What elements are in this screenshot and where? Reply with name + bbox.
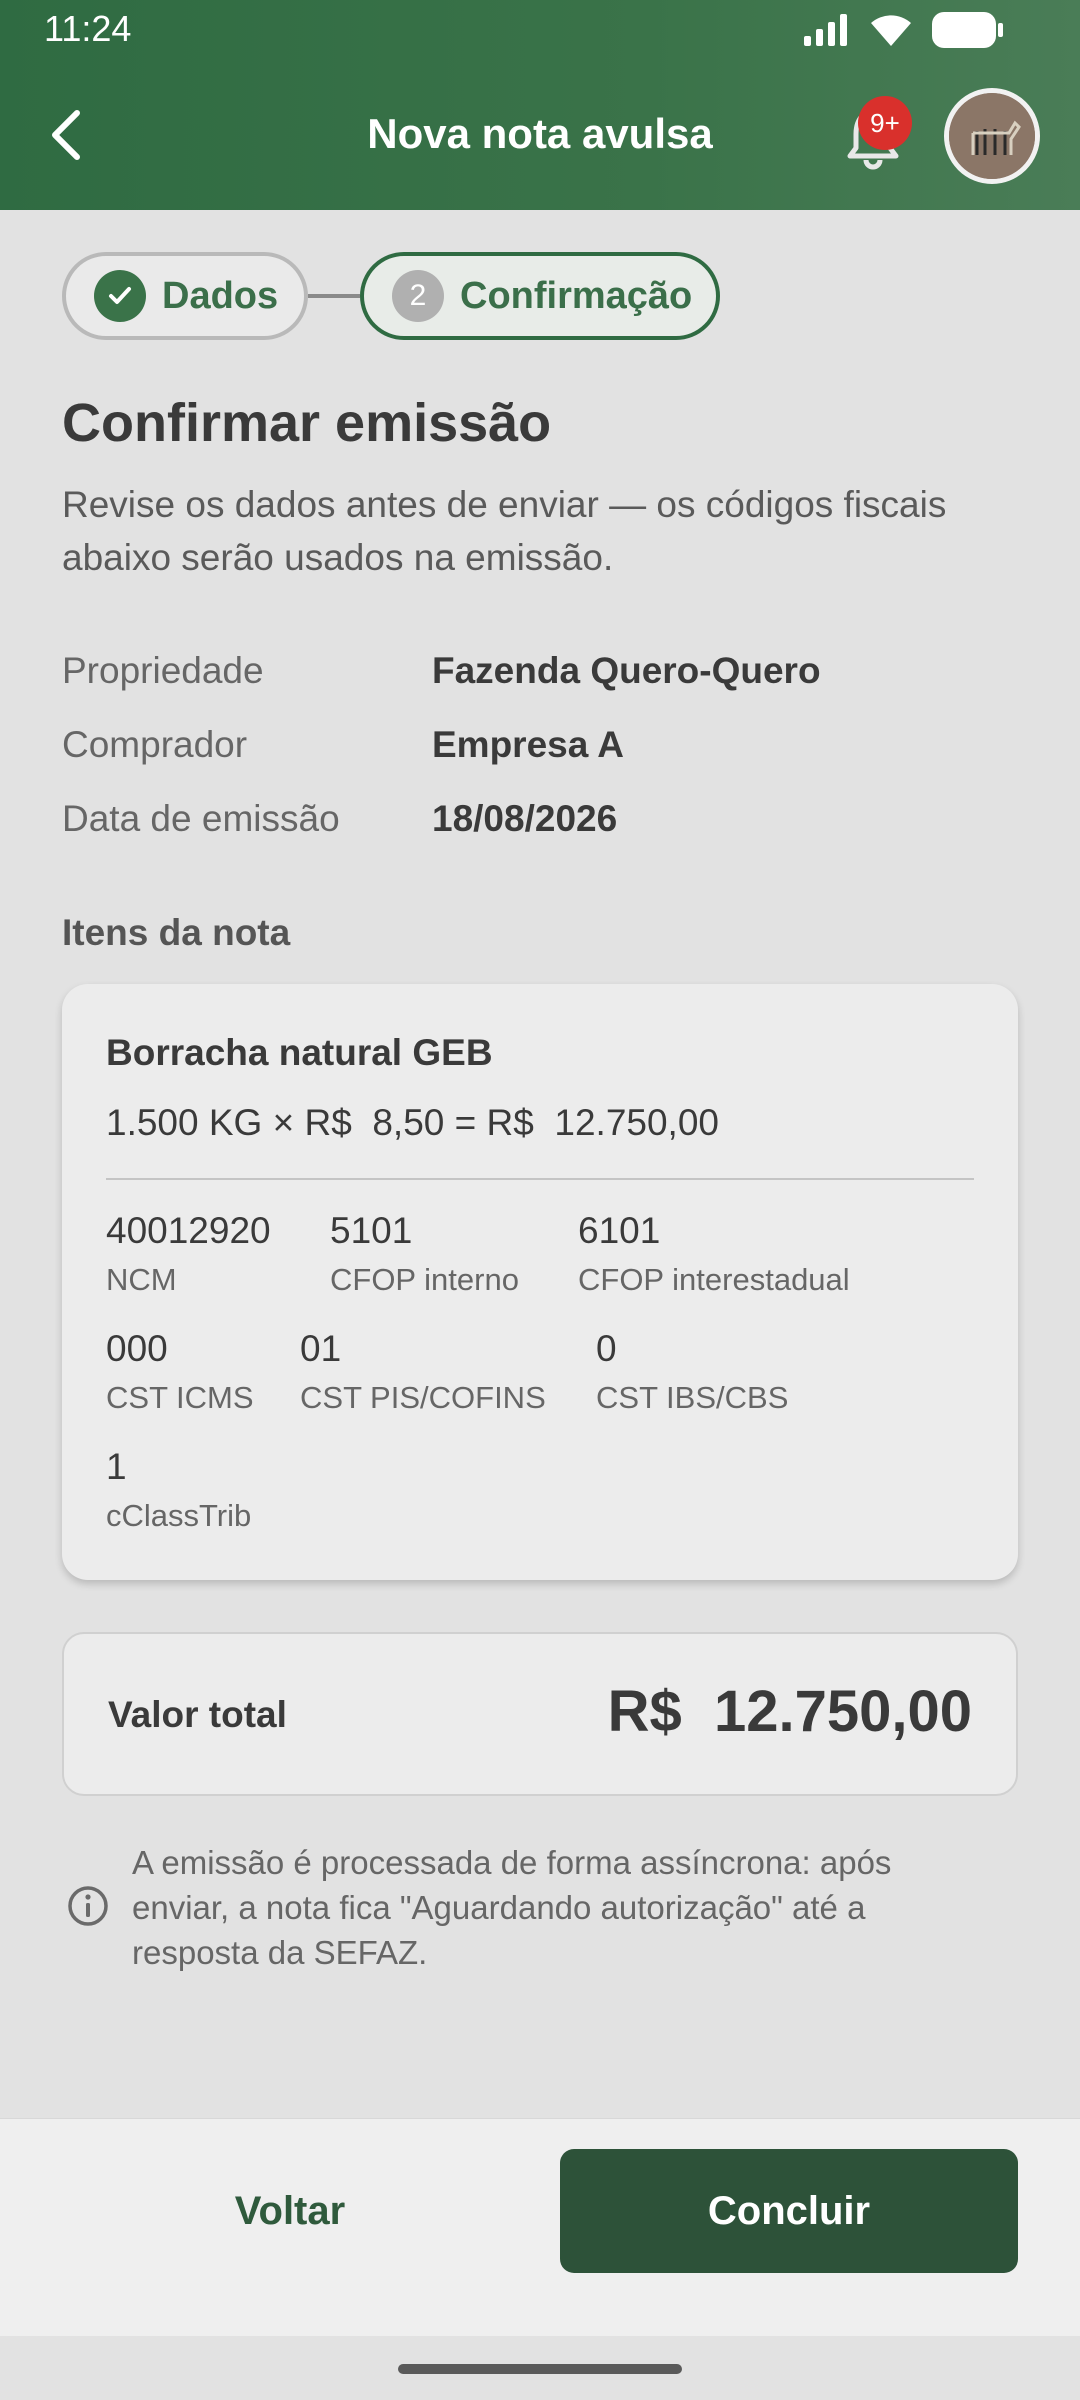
wifi-icon [871,15,911,46]
info-value: 18/08/2026 [432,798,618,839]
code-label: NCM [106,1262,177,1297]
code-cfop-interestadual: 6101 CFOP interestadual [578,1210,850,1298]
code-ncm: 40012920 NCM [106,1210,271,1298]
code-value: 01 [300,1328,342,1369]
zebra-avatar-icon [949,93,1035,179]
code-label: cClassTrib [106,1498,252,1533]
code-label: CFOP interno [330,1262,519,1297]
page-title: Nova nota avulsa [367,110,713,157]
notice-text: A emissão é processada de forma assíncro… [132,1844,892,1971]
step-dados[interactable]: Dados [62,252,308,340]
total-value: R$ 12.750,00 [607,1679,972,1744]
total-card: Valor total R$ 12.750,00 [62,1632,1018,1796]
avatar[interactable] [944,88,1040,184]
status-time: 11:24 [44,8,132,49]
info-icon [68,1886,108,1926]
info-label: Propriedade [62,650,264,691]
code-cst-ibs-cbs: 0 CST IBS/CBS [596,1328,788,1416]
item-card: Borracha natural GEB 1.500 KG × R$ 8,50 … [62,984,1018,1580]
code-cst-icms: 000 CST ICMS [106,1328,254,1416]
code-label: CFOP interestadual [578,1262,850,1297]
signal-icon [804,14,847,46]
divider [106,1178,974,1180]
info-label: Comprador [62,724,248,765]
step-label: Dados [162,274,279,317]
item-name: Borracha natural GEB [106,1032,493,1073]
total-label: Valor total [108,1694,287,1735]
page-subtitle: Revise os dados antes de enviar — os cód… [62,484,947,578]
code-cst-pis-cofins: 01 CST PIS/COFINS [300,1328,546,1416]
notification-badge: 9+ [858,96,912,150]
bottom-action-bar: Voltar Concluir [0,2118,1080,2336]
info-value: Empresa A [432,724,624,765]
home-indicator [398,2364,682,2374]
battery-icon [932,12,1003,48]
code-value: 000 [106,1328,168,1369]
item-calc: 1.500 KG × R$ 8,50 = R$ 12.750,00 [106,1102,719,1143]
code-label: CST PIS/COFINS [300,1380,546,1415]
step-done-circle [94,270,146,322]
page-heading: Confirmar emissão [62,393,552,453]
code-label: CST ICMS [106,1380,254,1415]
concluir-button[interactable]: Concluir [560,2149,1018,2273]
code-value: 5101 [330,1210,413,1251]
info-label: Data de emissão [62,798,340,839]
code-value: 1 [106,1446,127,1487]
code-cfop-interno: 5101 CFOP interno [330,1210,519,1298]
check-icon [109,287,131,304]
status-bar: 11:24 [0,0,1080,60]
items-section-title: Itens da nota [62,912,291,953]
stepper-connector [308,294,360,298]
step-label: Confirmação [460,274,693,317]
code-value: 6101 [578,1210,661,1251]
voltar-button[interactable]: Voltar [62,2149,518,2273]
code-value: 0 [596,1328,617,1369]
code-value: 40012920 [106,1210,271,1251]
step-confirmacao[interactable]: 2 Confirmação [360,252,720,340]
status-icons [804,12,1004,48]
code-cclasstrib: 1 cClassTrib [106,1446,251,1534]
info-value: Fazenda Quero-Quero [432,650,821,691]
code-label: CST IBS/CBS [596,1380,789,1415]
step-number: 2 [392,270,444,322]
app-header: 11:24 Nova nota avulsa 9+ [0,0,1080,210]
